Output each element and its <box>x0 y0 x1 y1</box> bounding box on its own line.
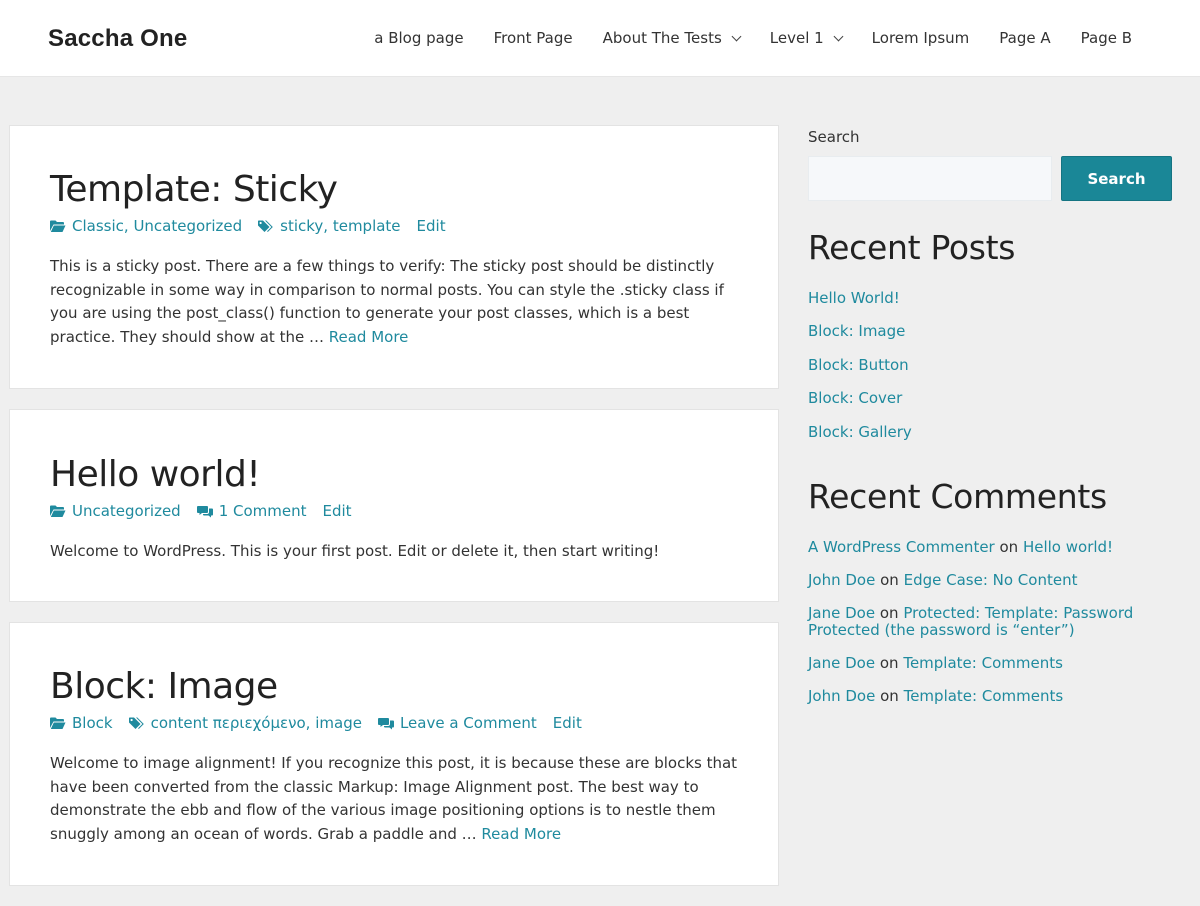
site-header: Saccha One a Blog page Front Page About … <box>0 0 1200 77</box>
post-excerpt: This is a sticky post. There are a few t… <box>50 255 738 349</box>
recent-comment: A WordPress Commenter on Hello world! <box>808 537 1172 556</box>
category-link[interactable]: Block <box>72 714 113 732</box>
nav-item-page-b[interactable]: Page B <box>1081 29 1132 47</box>
recent-post-link[interactable]: Block: Gallery <box>808 423 912 441</box>
category-link[interactable]: Uncategorized <box>72 502 181 520</box>
nav-item-blog-page[interactable]: a Blog page <box>374 29 463 47</box>
nav-item-front-page[interactable]: Front Page <box>494 29 573 47</box>
edit-link[interactable]: Edit <box>323 502 352 520</box>
site-title[interactable]: Saccha One <box>48 25 187 53</box>
recent-post-link[interactable]: Hello World! <box>808 289 900 307</box>
sidebar: Search Search Recent Posts Hello World! … <box>808 125 1172 721</box>
post-excerpt: Welcome to WordPress. This is your first… <box>50 542 660 560</box>
tag-link[interactable]: template <box>333 217 401 235</box>
tag-link[interactable]: content περιεχόμενο <box>151 714 306 732</box>
comment-post-link[interactable]: Template: Comments <box>903 654 1063 672</box>
chevron-down-icon <box>833 31 844 41</box>
comment-author-link[interactable]: A WordPress Commenter <box>808 538 995 556</box>
recent-posts-title: Recent Posts <box>808 228 1016 267</box>
nav-item-about-the-tests[interactable]: About The Tests <box>602 29 742 47</box>
folder-open-icon <box>50 717 66 729</box>
post-meta: Block content περιεχόμενο, image Leave a… <box>50 714 738 732</box>
read-more-link[interactable]: Read More <box>481 825 561 843</box>
nav-label: a Blog page <box>374 29 464 47</box>
comment-author-link[interactable]: Jane Doe <box>808 604 875 622</box>
post-title[interactable]: Hello world! <box>50 454 261 495</box>
edit-link[interactable]: Edit <box>417 217 446 235</box>
chevron-down-icon <box>731 31 742 41</box>
nav-label: Page A <box>999 29 1051 47</box>
comments-link[interactable]: Leave a Comment <box>400 714 537 732</box>
nav-item-lorem-ipsum[interactable]: Lorem Ipsum <box>872 29 970 47</box>
recent-post-link[interactable]: Block: Cover <box>808 389 902 407</box>
folder-open-icon <box>50 220 66 232</box>
post-list: Template: Sticky Classic, Uncategorized … <box>9 125 779 906</box>
main-nav: a Blog page Front Page About The Tests L… <box>344 29 1132 47</box>
excerpt-text: Welcome to image alignment! If you recog… <box>50 754 738 843</box>
on-word: on <box>879 653 899 672</box>
post-card: Hello world! Uncategorized 1 Comment Edi… <box>9 409 779 602</box>
comment-author-link[interactable]: Jane Doe <box>808 654 875 672</box>
on-word: on <box>880 686 899 705</box>
search-button[interactable]: Search <box>1061 156 1172 201</box>
comments-link[interactable]: 1 Comment <box>219 502 307 520</box>
post-meta: Uncategorized 1 Comment Edit <box>50 502 738 520</box>
comment-post-link[interactable]: Template: Comments <box>904 687 1064 705</box>
comment-author-link[interactable]: John Doe <box>808 571 875 589</box>
comments-icon <box>377 717 394 729</box>
nav-item-page-a[interactable]: Page A <box>999 29 1050 47</box>
post-meta: Classic, Uncategorized sticky, template … <box>50 217 738 235</box>
recent-post-link[interactable]: Block: Image <box>808 322 905 340</box>
tags-icon <box>258 220 273 232</box>
post-excerpt: Welcome to image alignment! If you recog… <box>50 752 738 846</box>
recent-posts-list: Hello World! Block: Image Block: Button … <box>808 289 1172 456</box>
recent-comments-title: Recent Comments <box>808 476 1107 516</box>
comment-author-link[interactable]: John Doe <box>808 687 875 705</box>
category-link[interactable]: Classic <box>72 217 124 235</box>
recent-post-link[interactable]: Block: Button <box>808 356 909 374</box>
nav-label: Level 1 <box>769 29 824 47</box>
nav-label: Front Page <box>493 29 573 47</box>
nav-label: Page B <box>1080 29 1132 47</box>
post-title[interactable]: Block: Image <box>50 666 278 707</box>
on-word: on <box>999 537 1019 556</box>
search-input[interactable] <box>808 156 1052 201</box>
folder-open-icon <box>50 505 66 517</box>
post-title[interactable]: Template: Sticky <box>50 169 338 210</box>
category-link[interactable]: Uncategorized <box>133 217 242 235</box>
recent-comments-list: A WordPress Commenter on Hello world! Jo… <box>808 537 1172 705</box>
recent-comment: Jane Doe on Protected: Template: Passwor… <box>808 603 1172 639</box>
comments-icon <box>196 505 213 517</box>
edit-link[interactable]: Edit <box>553 714 582 732</box>
recent-comment: Jane Doe on Template: Comments <box>808 653 1172 672</box>
tag-link[interactable]: sticky <box>280 217 323 235</box>
search-form: Search <box>808 156 1172 201</box>
read-more-link[interactable]: Read More <box>329 328 409 346</box>
comment-post-link[interactable]: Hello world! <box>1023 538 1113 556</box>
nav-item-level-1[interactable]: Level 1 <box>769 29 844 47</box>
post-card: Template: Sticky Classic, Uncategorized … <box>9 125 779 389</box>
recent-comment: John Doe on Edge Case: No Content <box>808 570 1172 589</box>
recent-comment: John Doe on Template: Comments <box>808 686 1172 705</box>
on-word: on <box>879 603 899 622</box>
nav-label: About The Tests <box>602 29 722 47</box>
tags-icon <box>128 717 144 729</box>
comment-post-link[interactable]: Edge Case: No Content <box>904 571 1078 589</box>
search-label: Search <box>808 128 860 146</box>
tag-link[interactable]: image <box>315 714 362 732</box>
post-card: Block: Image Block content περιεχόμενο, … <box>9 622 779 886</box>
nav-label: Lorem Ipsum <box>871 29 970 47</box>
on-word: on <box>880 570 899 589</box>
